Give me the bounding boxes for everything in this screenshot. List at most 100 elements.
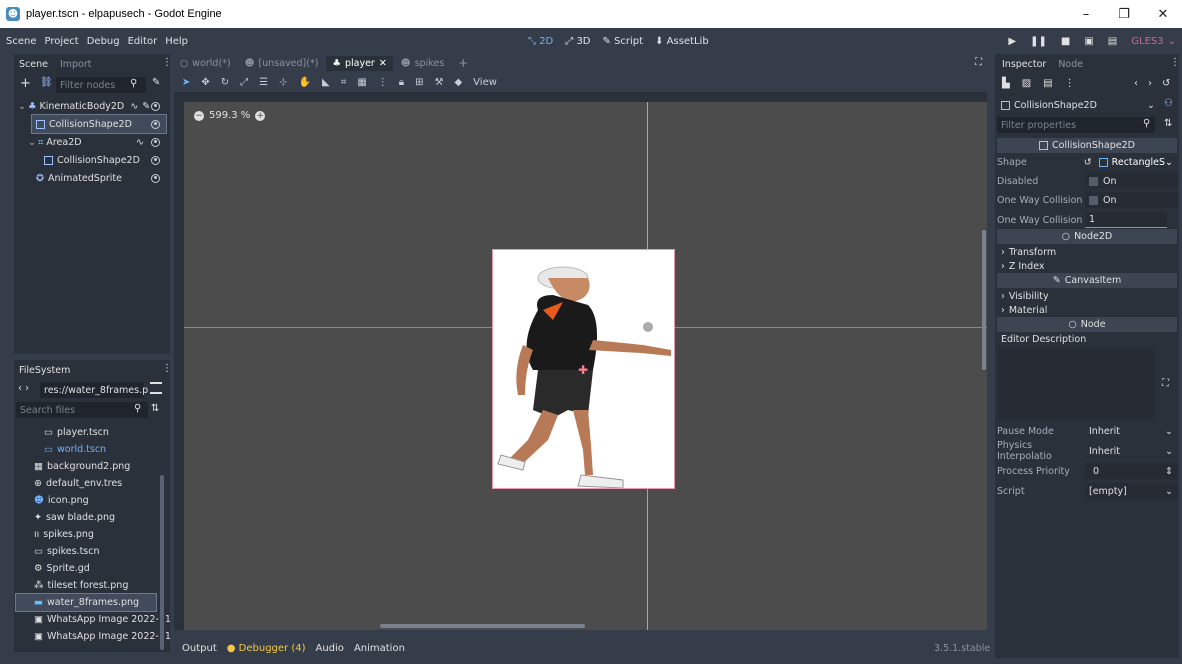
view-menu[interactable]: View [473,77,497,88]
maximize-button[interactable]: ❐ [1105,0,1143,28]
file-item[interactable]: ▭ world.tscn [16,441,160,458]
close-icon[interactable]: ✕ [379,58,387,69]
tab-import[interactable]: Import [55,57,97,72]
object-properties-icon[interactable]: ⚇ [1164,98,1173,109]
visibility-eye-icon[interactable] [151,101,160,111]
tab-scene[interactable]: Scene [14,56,53,72]
file-item[interactable]: ▦ background2.png [16,458,160,475]
move-tool-icon[interactable]: ✥ [201,77,209,88]
search-files-input[interactable]: Search files [16,402,148,418]
zoom-in-icon[interactable]: + [255,110,266,121]
back-icon[interactable]: ‹ [1134,78,1138,89]
new-resource-icon[interactable]: ▙ [1002,78,1010,89]
file-item[interactable]: ▣ WhatsApp Image 2022-11 [16,611,171,628]
play-scene-icon[interactable]: ▣ [1084,36,1093,47]
minimize-button[interactable]: – [1067,0,1105,28]
script-resource-picker[interactable]: [empty] ⌄ [1085,483,1177,499]
dock-menu-icon[interactable]: ⋮ [1170,57,1180,68]
menu-editor[interactable]: Editor [124,36,162,47]
pause-icon[interactable]: ❚❚ [1030,36,1047,47]
workspace-3d[interactable]: ⤢ 3D [565,36,590,47]
renderer-label[interactable]: GLES3 [1131,36,1163,47]
script-icon[interactable]: ✎ [142,101,150,112]
file-item[interactable]: ▣ WhatsApp Image 2022-11 [16,628,171,645]
scene-tab-player[interactable]: ♣ player ✕ [326,55,393,71]
inspected-object-selector[interactable]: CollisionShape2D ⌄ [997,97,1157,113]
split-view-icon[interactable] [150,382,162,394]
instance-scene-icon[interactable]: ⛓ [40,77,53,88]
load-resource-icon[interactable]: ▨ [1022,78,1031,89]
filesystem-path-input[interactable]: res://water_8frames.p [40,382,148,398]
group-z-index[interactable]: › Z Index [997,259,1045,273]
tree-node-area2d[interactable]: ⌄ ⌗ Area2D ∿ [28,133,166,151]
distraction-free-icon[interactable]: ⛶ [975,57,982,68]
tree-node-collisionshape2d[interactable]: CollisionShape2D [44,151,166,169]
sort-icon[interactable]: ⇅ [151,403,159,414]
tab-audio[interactable]: Audio [316,643,344,654]
group-material[interactable]: › Material [997,303,1047,317]
file-item[interactable]: ▭ player.tscn [16,424,160,441]
viewport-hscrollbar[interactable] [380,624,585,628]
tab-output[interactable]: Output [182,643,217,654]
scene-tab-world[interactable]: ○ world(*) [174,56,237,71]
file-item[interactable]: ▭ spikes.tscn [16,543,160,560]
group-visibility[interactable]: › Visibility [997,289,1049,303]
list-select-icon[interactable]: ☰ [259,77,268,88]
editor-description-textarea[interactable] [997,347,1155,419]
play-icon[interactable]: ▶ [1008,36,1016,47]
signal-icon[interactable]: ∿ [130,101,138,112]
menu-scene[interactable]: Scene [2,36,41,47]
shape-resource-picker[interactable]: RectangleS ⌄ [1095,154,1177,170]
scene-tab-spikes[interactable]: ☻ spikes [395,56,450,71]
rotate-tool-icon[interactable]: ↻ [221,77,229,88]
revert-icon[interactable]: ↺ [1084,157,1092,168]
add-node-icon[interactable]: + [20,76,31,91]
sort-icon[interactable]: ⇅ [1164,118,1172,129]
stop-icon[interactable]: ■ [1061,36,1070,47]
play-custom-scene-icon[interactable]: ▤ [1108,36,1117,47]
group-icon[interactable]: ⊞ [415,77,423,88]
process-priority-spinbox[interactable]: 0 ⇕ [1085,463,1177,479]
file-item[interactable]: ıı spikes.png [16,526,160,543]
tree-node-animatedsprite[interactable]: ✪ AnimatedSprite [36,169,166,187]
one-way-collision-checkbox[interactable]: On [1085,192,1177,208]
physics-interpolation-select[interactable]: Inherit ⌄ [1085,443,1177,459]
forward-icon[interactable]: › [1148,78,1152,89]
grid-toggle-icon[interactable]: ▦ [357,77,366,88]
pause-mode-select[interactable]: Inherit ⌄ [1085,423,1177,439]
nav-back-forward-icon[interactable]: ‹ › [18,383,29,394]
scene-tab-unsaved[interactable]: ☻ [unsaved](*) [239,56,325,71]
add-tab-icon[interactable]: + [452,54,474,72]
scale-tool-icon[interactable]: ⤢ [240,77,248,88]
chevron-down-icon[interactable]: ⌄ [1168,36,1176,47]
visibility-eye-icon[interactable] [151,119,160,129]
one-way-margin-slider[interactable]: 1 [1085,212,1167,228]
visibility-eye-icon[interactable] [151,173,160,183]
pivot-tool-icon[interactable]: ⊹ [279,77,287,88]
tab-debugger[interactable]: ● Debugger (4) [227,643,306,654]
ruler-tool-icon[interactable]: ◣ [322,77,330,88]
visibility-eye-icon[interactable] [151,137,160,147]
tab-animation[interactable]: Animation [354,643,405,654]
dock-menu-icon[interactable]: ⋮ [162,57,172,68]
tree-node-kinematicbody2d[interactable]: ⌄ ♣ KinematicBody2D ∿ ✎ [18,97,166,115]
dock-menu-icon[interactable]: ⋮ [162,363,172,374]
workspace-script[interactable]: ✎ Script [603,36,644,47]
close-button[interactable]: ✕ [1144,0,1182,28]
signal-icon[interactable]: ∿ [136,137,144,148]
zoom-out-icon[interactable]: − [194,110,204,121]
workspace-2d[interactable]: ⤡ 2D [528,36,553,47]
menu-help[interactable]: Help [161,36,192,47]
keyframe-icon[interactable]: ◆ [454,77,462,88]
tab-inspector[interactable]: Inspector [997,56,1052,72]
file-item[interactable]: ✦ saw blade.png [16,509,160,526]
workspace-assetlib[interactable]: ⬇ AssetLib [655,36,709,47]
lock-icon[interactable]: 🔒︎ [399,77,404,88]
filesystem-scrollbar[interactable] [160,475,164,650]
history-icon[interactable]: ↺ [1162,78,1170,89]
snap-toggle-icon[interactable]: ⌗ [341,77,347,88]
visibility-eye-icon[interactable] [151,155,160,165]
more-options-icon[interactable]: ⋮ [378,77,388,88]
script-attach-icon[interactable]: ✎ [152,77,160,88]
file-item[interactable]: ⚙ Sprite.gd [16,560,160,577]
